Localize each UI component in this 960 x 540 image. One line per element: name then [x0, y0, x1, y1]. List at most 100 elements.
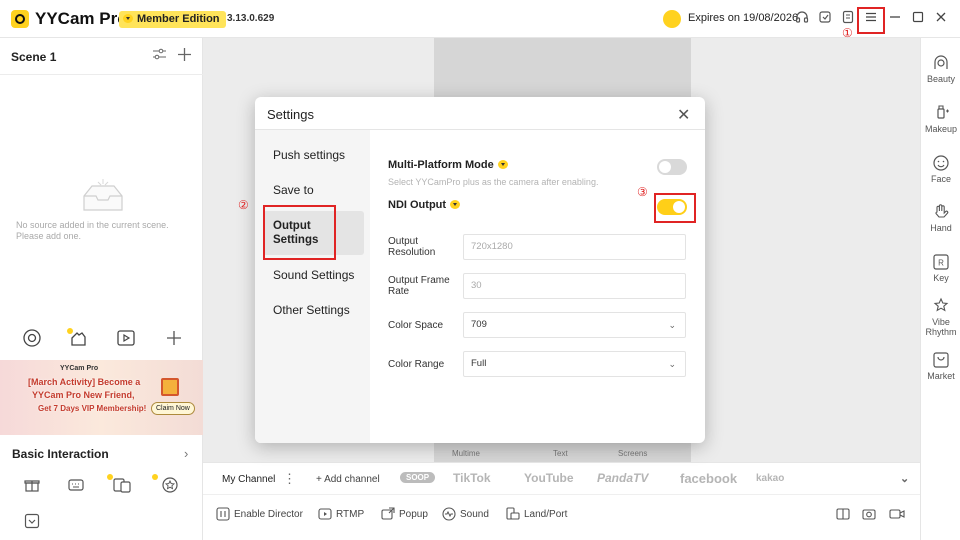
screen-mirror-icon[interactable]	[106, 474, 136, 493]
ndi-output-row: NDI Output	[388, 200, 461, 211]
platform-soop[interactable]: SOOP	[400, 472, 436, 483]
multi-platform-label: Multi-Platform Mode	[388, 159, 494, 171]
ndi-toggle-highlight-box	[654, 193, 696, 223]
more-options-icon[interactable]: ⋮	[283, 471, 296, 487]
claim-now-button[interactable]: Claim Now	[151, 402, 195, 415]
add-channel-button[interactable]: + Add channel	[316, 474, 380, 485]
tab-multimedia[interactable]: Multime	[452, 449, 480, 458]
beauty-tool[interactable]: Beauty	[921, 54, 960, 84]
gift-box-icon[interactable]	[24, 477, 42, 495]
makeup-tool[interactable]: Makeup	[921, 104, 960, 134]
add-scene-icon[interactable]	[177, 47, 192, 62]
output-resolution-label: Output Resolution	[388, 236, 436, 258]
banner-line-1: [March Activity] Become a	[28, 377, 141, 387]
minimize-icon[interactable]	[886, 10, 904, 28]
orientation-icon	[506, 507, 520, 520]
badge-icon[interactable]	[151, 474, 181, 493]
media-source-icon[interactable]	[116, 328, 136, 348]
bottom-tools: Enable Director RTMP Popup Sound Land/Po…	[203, 507, 920, 531]
edition-label: Member Edition	[137, 13, 220, 25]
color-space-value: 709	[471, 319, 487, 330]
app-name: YYCam Pro	[35, 9, 128, 28]
rtmp-icon	[318, 508, 332, 520]
platform-youtube[interactable]: YouTube	[524, 471, 574, 485]
scene-actions	[152, 47, 192, 64]
popup-button[interactable]: Popup	[381, 507, 428, 521]
tray-icon[interactable]	[24, 513, 42, 531]
enable-director-button[interactable]: Enable Director	[216, 507, 303, 521]
market-tool[interactable]: Market	[921, 351, 960, 381]
crown-icon	[123, 14, 133, 23]
scene-settings-icon[interactable]	[152, 47, 167, 62]
chevron-right-icon[interactable]: ›	[184, 446, 188, 461]
face-tool[interactable]: Face	[921, 154, 960, 184]
sound-button[interactable]: Sound	[442, 507, 489, 521]
vibe-rhythm-label: Vibe Rhythm	[925, 317, 957, 337]
hand-icon	[935, 204, 949, 218]
land-port-button[interactable]: Land/Port	[506, 507, 567, 521]
empty-scene-text: No source added in the current scene. Pl…	[16, 220, 169, 241]
interaction-source-icon[interactable]	[66, 328, 86, 348]
platform-pandatv[interactable]: PandaTV	[597, 471, 648, 485]
color-range-label: Color Range	[388, 359, 445, 370]
settings-dialog: Settings ✕ Push settings Save to Output …	[255, 97, 705, 443]
platform-kakao[interactable]: kakao	[756, 473, 784, 484]
add-source-icon[interactable]	[164, 328, 184, 348]
output-settings-content: Multi-Platform Mode Select YYCamPro plus…	[370, 130, 705, 443]
nav-save-to[interactable]: Save to	[273, 183, 314, 197]
hand-tool[interactable]: Hand	[921, 203, 960, 233]
beauty-label: Beauty	[926, 74, 956, 84]
layout-icon[interactable]	[836, 507, 854, 521]
rtmp-label: RTMP	[336, 509, 365, 520]
callout-3: ③	[637, 185, 648, 199]
color-space-select[interactable]: 709 ⌄	[463, 312, 686, 338]
close-icon[interactable]: ✕	[677, 105, 690, 125]
platform-tiktok[interactable]: TikTok	[453, 471, 491, 485]
multi-platform-row: Multi-Platform Mode	[388, 160, 508, 171]
sound-icon	[442, 507, 456, 521]
sound-label: Sound	[460, 509, 489, 520]
maximize-icon[interactable]	[909, 10, 927, 28]
multi-platform-toggle[interactable]	[657, 159, 687, 175]
color-space-label: Color Space	[388, 320, 444, 331]
my-channel-label: My Channel	[222, 474, 276, 485]
title-bar: YYCam Pro Member Edition 3.13.0.629 Expi…	[0, 0, 960, 38]
multi-platform-hint: Select YYCamPro plus as the camera after…	[388, 177, 599, 187]
key-icon: R	[933, 254, 949, 270]
camera-source-icon[interactable]	[22, 328, 42, 348]
nav-sound-settings[interactable]: Sound Settings	[273, 268, 354, 282]
expiry-text: Expires on 19/08/2026	[688, 12, 799, 24]
snapshot-icon[interactable]	[862, 507, 880, 521]
banner-line-2: YYCam Pro New Friend,	[32, 390, 135, 400]
chevron-down-icon: ⌄	[668, 359, 676, 369]
vibe-rhythm-tool[interactable]: Vibe Rhythm	[921, 297, 960, 337]
output-resolution-field[interactable]: 720x1280	[463, 234, 686, 260]
market-label: Market	[927, 371, 955, 381]
member-edition-badge[interactable]: Member Edition	[119, 11, 226, 28]
output-frame-rate-field[interactable]: 30	[463, 273, 686, 299]
nav-push-settings[interactable]: Push settings	[273, 148, 345, 162]
keyboard-icon[interactable]	[68, 477, 86, 495]
enable-director-label: Enable Director	[234, 509, 303, 520]
basic-interaction-title: Basic Interaction	[12, 447, 109, 461]
gift-icon	[161, 378, 179, 396]
tab-text[interactable]: Text	[553, 449, 568, 458]
promo-banner[interactable]: YYCam Pro [March Activity] Become a YYCa…	[0, 360, 203, 435]
key-tool[interactable]: R Key	[921, 253, 960, 283]
director-icon	[216, 507, 230, 521]
output-settings-highlight-box	[263, 205, 336, 260]
popup-icon	[381, 507, 395, 520]
avatar[interactable]	[663, 10, 681, 28]
vip-crown-icon	[497, 160, 508, 169]
tab-screens[interactable]: Screens	[618, 449, 647, 458]
toggle-knob	[659, 161, 671, 173]
feedback-icon[interactable]	[816, 10, 834, 28]
rtmp-button[interactable]: RTMP	[318, 507, 364, 521]
chevron-down-icon[interactable]: ⌄	[900, 472, 909, 485]
headset-icon[interactable]	[793, 10, 811, 28]
close-window-icon[interactable]	[932, 10, 950, 28]
nav-other-settings[interactable]: Other Settings	[273, 303, 350, 317]
platform-facebook[interactable]: facebook	[680, 471, 737, 486]
record-video-icon[interactable]	[889, 507, 909, 521]
color-range-select[interactable]: Full ⌄	[463, 351, 686, 377]
